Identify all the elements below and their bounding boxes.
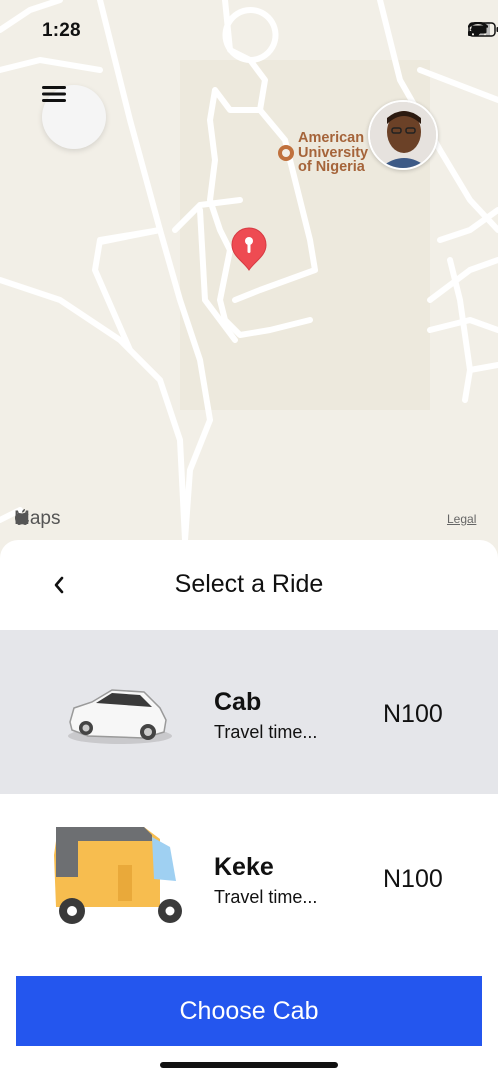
avatar[interactable] <box>368 100 438 170</box>
car-icon <box>68 689 172 744</box>
ride-price: N100 <box>383 865 443 893</box>
poi-icon <box>278 145 294 161</box>
ride-subtitle: Travel time... <box>214 722 318 742</box>
map-view[interactable]: 1:28 American University of Nigeria Maps… <box>0 0 498 560</box>
map-pin-icon[interactable] <box>230 226 268 272</box>
ride-option-keke[interactable]: Keke Travel time... N100 <box>0 795 498 959</box>
battery-icon <box>468 22 498 37</box>
sheet-header: Select a Ride <box>0 540 498 630</box>
apple-logo-icon <box>15 509 29 525</box>
ride-option-cab[interactable]: Cab Travel time... N100 <box>0 630 498 794</box>
ride-subtitle: Travel time... <box>214 887 318 907</box>
choose-ride-button[interactable]: Choose Cab <box>16 976 482 1046</box>
profile-photo <box>370 102 436 168</box>
ride-name: Cab <box>214 688 262 716</box>
home-indicator[interactable] <box>160 1062 338 1068</box>
page-title: Select a Ride <box>174 570 324 598</box>
menu-button[interactable] <box>42 85 106 149</box>
legal-link[interactable]: Legal <box>447 512 476 526</box>
keke-icon <box>54 827 182 924</box>
poi-label: American University of Nigeria <box>298 130 369 175</box>
status-time: 1:28 <box>42 20 81 41</box>
status-bar: 1:28 <box>0 18 498 44</box>
menu-icon <box>42 86 66 102</box>
ride-name: Keke <box>214 853 274 881</box>
maps-attribution: Maps <box>14 508 60 530</box>
map-poi[interactable]: American University of Nigeria <box>278 131 378 175</box>
map-roads <box>0 0 498 543</box>
ride-price: N100 <box>383 700 443 728</box>
